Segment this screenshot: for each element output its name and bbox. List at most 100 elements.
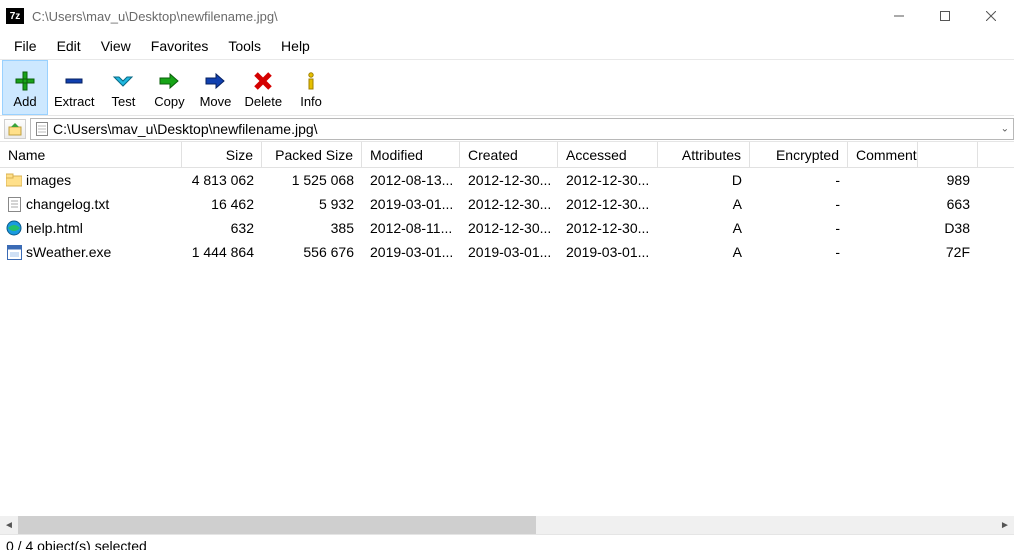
file-name: images xyxy=(26,172,71,188)
col-name[interactable]: Name xyxy=(0,142,182,167)
file-created: 2012-12-30... xyxy=(460,172,558,188)
info-label: Info xyxy=(300,94,322,109)
menu-edit[interactable]: Edit xyxy=(47,32,91,59)
menu-favorites[interactable]: Favorites xyxy=(141,32,219,59)
txt-icon xyxy=(6,196,22,212)
file-packed: 1 525 068 xyxy=(262,172,362,188)
scroll-right-icon[interactable]: ► xyxy=(996,516,1014,534)
file-name: help.html xyxy=(26,220,83,236)
file-crc: 663 xyxy=(918,196,978,212)
statusbar: 0 / 4 object(s) selected xyxy=(0,534,1014,550)
file-attributes: A xyxy=(658,244,750,260)
menu-view[interactable]: View xyxy=(91,32,141,59)
scroll-track[interactable] xyxy=(18,516,996,534)
col-accessed[interactable]: Accessed xyxy=(558,142,658,167)
file-size: 632 xyxy=(182,220,262,236)
file-accessed: 2012-12-30... xyxy=(558,220,658,236)
delete-button[interactable]: Delete xyxy=(238,60,288,115)
html-icon xyxy=(6,220,22,236)
col-comment[interactable]: Comment xyxy=(848,142,918,167)
col-modified[interactable]: Modified xyxy=(362,142,460,167)
file-encrypted: - xyxy=(750,172,848,188)
file-size: 1 444 864 xyxy=(182,244,262,260)
delete-label: Delete xyxy=(244,94,282,109)
scroll-thumb[interactable] xyxy=(18,516,536,534)
extract-icon xyxy=(62,69,86,93)
close-button[interactable] xyxy=(968,0,1014,32)
address-input[interactable]: C:\Users\mav_u\Desktop\newfilename.jpg\ … xyxy=(30,118,1014,140)
file-list[interactable]: images4 813 0621 525 0682012-08-13...201… xyxy=(0,168,1014,516)
file-accessed: 2012-12-30... xyxy=(558,172,658,188)
file-crc: D38 xyxy=(918,220,978,236)
copy-icon xyxy=(157,69,181,93)
file-attributes: A xyxy=(658,196,750,212)
move-icon xyxy=(203,69,227,93)
col-packed[interactable]: Packed Size xyxy=(262,142,362,167)
address-dropdown-icon[interactable]: ⌄ xyxy=(1001,123,1009,134)
file-packed: 556 676 xyxy=(262,244,362,260)
extract-label: Extract xyxy=(54,94,94,109)
file-size: 16 462 xyxy=(182,196,262,212)
table-row[interactable]: images4 813 0621 525 0682012-08-13...201… xyxy=(0,168,1014,192)
add-button[interactable]: Add xyxy=(2,60,48,115)
file-name: changelog.txt xyxy=(26,196,109,212)
file-created: 2012-12-30... xyxy=(460,196,558,212)
up-folder-icon xyxy=(8,122,22,136)
menu-tools[interactable]: Tools xyxy=(218,32,271,59)
file-icon xyxy=(35,122,49,136)
menu-file[interactable]: File xyxy=(4,32,47,59)
status-text: 0 / 4 object(s) selected xyxy=(6,538,147,550)
move-label: Move xyxy=(200,94,232,109)
file-attributes: D xyxy=(658,172,750,188)
info-button[interactable]: Info xyxy=(288,60,334,115)
file-modified: 2012-08-11... xyxy=(362,220,460,236)
file-modified: 2019-03-01... xyxy=(362,244,460,260)
move-button[interactable]: Move xyxy=(192,60,238,115)
file-accessed: 2019-03-01... xyxy=(558,244,658,260)
toolbar: Add Extract Test Copy Move Delete Info xyxy=(0,60,1014,116)
table-row[interactable]: sWeather.exe1 444 864556 6762019-03-01..… xyxy=(0,240,1014,264)
file-crc: 72F xyxy=(918,244,978,260)
delete-icon xyxy=(251,69,275,93)
test-label: Test xyxy=(112,94,136,109)
col-attributes[interactable]: Attributes xyxy=(658,142,750,167)
table-row[interactable]: help.html6323852012-08-11...2012-12-30..… xyxy=(0,216,1014,240)
file-modified: 2012-08-13... xyxy=(362,172,460,188)
file-packed: 385 xyxy=(262,220,362,236)
file-encrypted: - xyxy=(750,244,848,260)
test-icon xyxy=(111,69,135,93)
menu-help[interactable]: Help xyxy=(271,32,320,59)
col-size[interactable]: Size xyxy=(182,142,262,167)
col-encrypted[interactable]: Encrypted xyxy=(750,142,848,167)
up-button[interactable] xyxy=(4,119,26,139)
file-created: 2019-03-01... xyxy=(460,244,558,260)
file-packed: 5 932 xyxy=(262,196,362,212)
window-title: C:\Users\mav_u\Desktop\newfilename.jpg\ xyxy=(32,9,278,24)
file-created: 2012-12-30... xyxy=(460,220,558,236)
app-icon-7z: 7z xyxy=(6,8,24,24)
col-created[interactable]: Created xyxy=(460,142,558,167)
file-encrypted: - xyxy=(750,220,848,236)
minimize-button[interactable] xyxy=(876,0,922,32)
folder-icon xyxy=(6,172,22,188)
file-encrypted: - xyxy=(750,196,848,212)
titlebar: 7z C:\Users\mav_u\Desktop\newfilename.jp… xyxy=(0,0,1014,32)
addressbar: C:\Users\mav_u\Desktop\newfilename.jpg\ … xyxy=(0,116,1014,142)
file-size: 4 813 062 xyxy=(182,172,262,188)
col-extra[interactable] xyxy=(918,142,978,167)
add-icon xyxy=(13,69,37,93)
menubar: File Edit View Favorites Tools Help xyxy=(0,32,1014,60)
file-modified: 2019-03-01... xyxy=(362,196,460,212)
info-icon xyxy=(299,69,323,93)
extract-button[interactable]: Extract xyxy=(48,60,100,115)
table-row[interactable]: changelog.txt16 4625 9322019-03-01...201… xyxy=(0,192,1014,216)
copy-label: Copy xyxy=(154,94,184,109)
scroll-left-icon[interactable]: ◄ xyxy=(0,516,18,534)
file-accessed: 2012-12-30... xyxy=(558,196,658,212)
test-button[interactable]: Test xyxy=(100,60,146,115)
column-headers: Name Size Packed Size Modified Created A… xyxy=(0,142,1014,168)
maximize-button[interactable] xyxy=(922,0,968,32)
address-text: C:\Users\mav_u\Desktop\newfilename.jpg\ xyxy=(53,121,318,137)
copy-button[interactable]: Copy xyxy=(146,60,192,115)
horizontal-scrollbar[interactable]: ◄ ► xyxy=(0,516,1014,534)
